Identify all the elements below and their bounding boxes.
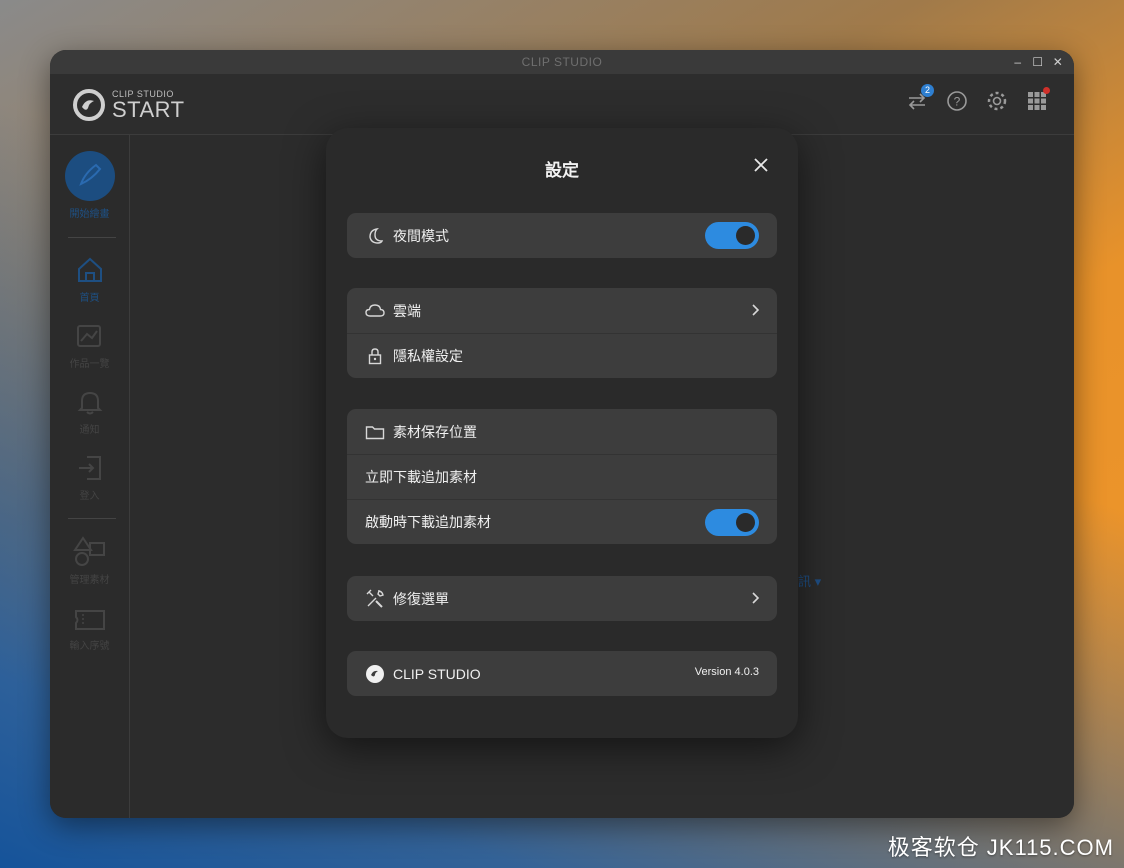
settings-dialog: 設定 夜間模式 雲端 隱私權設定 素材保存位置 立即下載追加素材 啟動時下載追加… (326, 128, 798, 738)
sidebar-item-label: 登入 (79, 491, 100, 502)
material-location-label: 素材保存位置 (393, 423, 477, 440)
chevron-right-icon (752, 304, 760, 316)
svg-text:?: ? (954, 95, 961, 109)
tools-icon (365, 589, 385, 609)
app-header: CLIP STUDIO START 2 ? (50, 74, 1074, 135)
night-mode-label: 夜間模式 (393, 227, 449, 244)
sidebar-item-label: 管理素材 (69, 575, 110, 586)
sidebar-item-home[interactable]: 首頁 (50, 255, 129, 304)
sidebar-item-label: 通知 (79, 425, 100, 436)
cloud-label: 雲端 (393, 302, 421, 319)
clip-studio-icon (365, 664, 385, 684)
home-icon (77, 257, 102, 282)
behind-link[interactable]: 訊 ▾ (798, 571, 821, 590)
night-mode-toggle[interactable] (705, 222, 759, 249)
sidebar-item-notifications[interactable]: 通知 (50, 387, 129, 436)
repair-row[interactable]: 修復選單 (347, 576, 777, 621)
privacy-label: 隱私權設定 (393, 348, 463, 364)
cloud-icon (365, 301, 385, 321)
lock-icon (365, 346, 385, 366)
sync-badge: 2 (921, 84, 934, 97)
help-button[interactable]: ? (946, 90, 968, 112)
gallery-icon (76, 325, 101, 347)
logo-big-text: START (112, 97, 185, 122)
chevron-right-icon (752, 592, 760, 604)
sync-button[interactable]: 2 (906, 84, 934, 112)
download-on-start-label: 啟動時下載追加素材 (365, 514, 491, 530)
notification-dot (1043, 87, 1050, 94)
app-logo: CLIP STUDIO START (72, 88, 185, 122)
about-row: CLIP STUDIO Version 4.0.3 (347, 651, 777, 696)
minimize-button[interactable]: – (1012, 56, 1024, 68)
sidebar-item-label: 開始繪畫 (69, 209, 110, 220)
bell-icon (77, 391, 102, 415)
sidebar-item-label: 輸入序號 (69, 641, 110, 652)
dialog-title: 設定 (545, 161, 579, 180)
night-mode-group: 夜間模式 (347, 213, 777, 258)
sidebar-item-label: 首頁 (79, 293, 100, 304)
download-now-row[interactable]: 立即下載追加素材 (347, 454, 777, 499)
materials-group: 素材保存位置 立即下載追加素材 啟動時下載追加素材 (347, 409, 777, 544)
about-label: CLIP STUDIO (393, 665, 481, 682)
account-group: 雲端 隱私權設定 (347, 288, 777, 378)
download-now-label: 立即下載追加素材 (365, 469, 477, 485)
close-window-button[interactable]: ✕ (1052, 56, 1064, 68)
gear-icon (987, 91, 1007, 111)
sidebar-divider (68, 518, 116, 519)
download-on-start-row[interactable]: 啟動時下載追加素材 (347, 499, 777, 544)
sidebar: 開始繪畫 首頁 作品一覽 通知 登入 管理素材 輸入序號 (50, 135, 130, 818)
help-icon: ? (947, 91, 967, 111)
material-location-row[interactable]: 素材保存位置 (347, 409, 777, 454)
apps-button[interactable] (1026, 87, 1050, 112)
night-mode-row[interactable]: 夜間模式 (347, 213, 777, 258)
brush-icon (64, 151, 115, 201)
cloud-row[interactable]: 雲端 (347, 288, 777, 333)
sidebar-item-manage-materials[interactable]: 管理素材 (50, 535, 129, 586)
maximize-button[interactable]: ☐ (1032, 56, 1044, 68)
window-titlebar: CLIP STUDIO – ☐ ✕ (50, 50, 1074, 74)
sidebar-item-gallery[interactable]: 作品一覽 (50, 321, 129, 370)
clip-studio-logo-icon (73, 89, 105, 121)
app-window: CLIP STUDIO – ☐ ✕ CLIP STUDIO START 2 ? … (50, 50, 1074, 818)
sidebar-divider (68, 237, 116, 238)
login-icon (78, 456, 101, 480)
settings-button[interactable] (986, 90, 1008, 112)
download-on-start-toggle[interactable] (705, 509, 759, 536)
sidebar-item-login[interactable]: 登入 (50, 453, 129, 502)
watermark: 极客软仓 JK115.COM (887, 835, 1114, 860)
sidebar-item-serial[interactable]: 輸入序號 (50, 607, 129, 652)
shapes-icon (72, 536, 105, 566)
sidebar-item-label: 作品一覽 (69, 359, 110, 370)
repair-label: 修復選單 (393, 590, 449, 607)
moon-icon (365, 226, 385, 246)
sidebar-item-start-drawing[interactable]: 開始繪畫 (50, 151, 129, 220)
repair-group: 修復選單 (347, 576, 777, 621)
close-icon[interactable] (752, 156, 770, 174)
ticket-icon (74, 610, 105, 630)
window-title: CLIP STUDIO (521, 55, 603, 69)
version-text: Version 4.0.3 (694, 666, 759, 678)
privacy-row[interactable]: 隱私權設定 (347, 333, 777, 378)
about-group: CLIP STUDIO Version 4.0.3 (347, 651, 777, 696)
folder-icon (365, 422, 385, 442)
